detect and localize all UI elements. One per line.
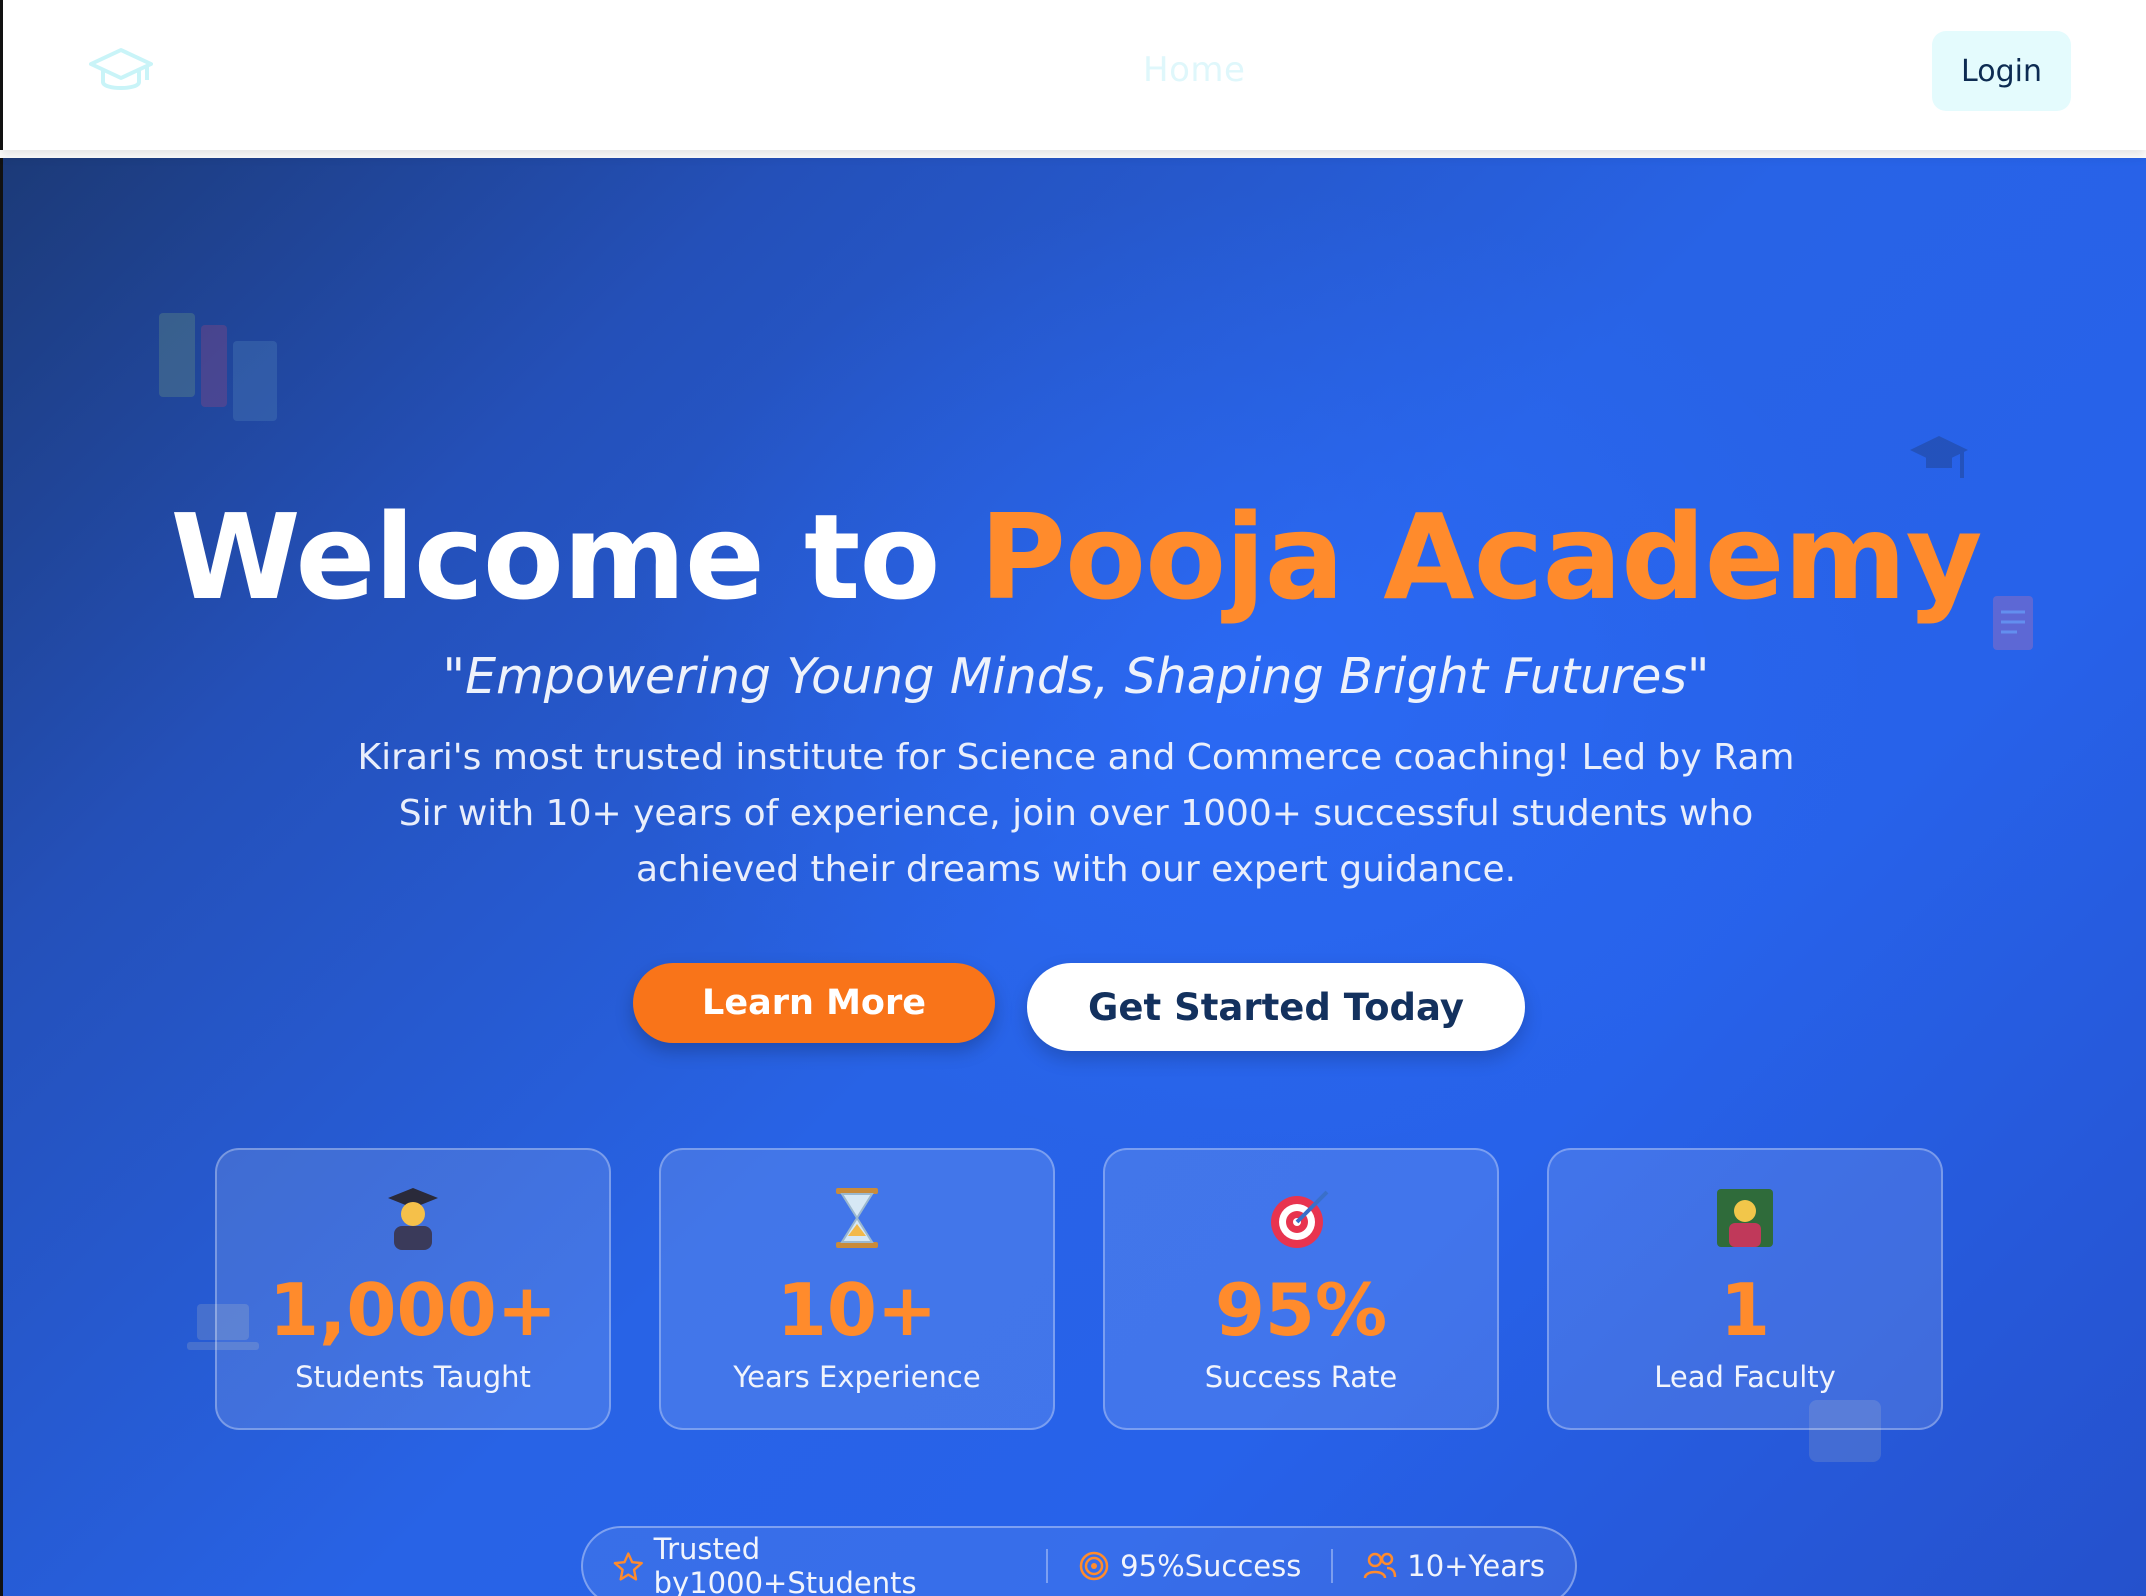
stat-card-faculty: 1 Lead Faculty bbox=[1547, 1148, 1943, 1430]
graduation-cap-icon[interactable] bbox=[89, 46, 153, 98]
stat-value: 10+ bbox=[776, 1268, 938, 1352]
nav-link-home[interactable]: Home bbox=[1143, 50, 1245, 90]
stat-card-success: 95% Success Rate bbox=[1103, 1148, 1499, 1430]
hero-title-accent: Pooja Academy bbox=[979, 488, 1983, 626]
hourglass-icon bbox=[661, 1186, 1053, 1250]
target-icon bbox=[1079, 1551, 1109, 1581]
get-started-button[interactable]: Get Started Today bbox=[1027, 963, 1525, 1051]
page: Home Login Welcome to Pooja Academy "Emp… bbox=[0, 0, 2146, 1596]
stat-label: Success Rate bbox=[1204, 1360, 1398, 1394]
trust-bar: Trusted by1000+Students 95%Success 10+Ye… bbox=[581, 1526, 1577, 1596]
teacher-icon bbox=[1549, 1186, 1941, 1250]
stat-label: Students Taught bbox=[295, 1360, 531, 1394]
trust-item-success: 95%Success bbox=[1048, 1549, 1331, 1583]
stat-card-students: 1,000+ Students Taught bbox=[215, 1148, 611, 1430]
stat-value: 95% bbox=[1214, 1268, 1388, 1352]
stat-card-years: 10+ Years Experience bbox=[659, 1148, 1055, 1430]
stat-label: Lead Faculty bbox=[1654, 1360, 1836, 1394]
users-icon bbox=[1364, 1552, 1397, 1579]
star-icon bbox=[613, 1552, 643, 1581]
target-icon bbox=[1105, 1186, 1497, 1250]
trust-item-students: Trusted by1000+Students bbox=[583, 1532, 1046, 1596]
graduate-icon bbox=[217, 1186, 609, 1250]
trust-item-years: 10+Years bbox=[1333, 1549, 1575, 1583]
grad-hat-icon bbox=[1908, 428, 1970, 494]
hero-title-main: Welcome to bbox=[170, 488, 980, 626]
login-button[interactable]: Login bbox=[1932, 31, 2071, 111]
hero-section: Welcome to Pooja Academy "Empowering You… bbox=[0, 158, 2146, 1596]
stat-value: 1 bbox=[1719, 1268, 1771, 1352]
trust-label: Trusted by1000+Students bbox=[653, 1532, 917, 1596]
learn-more-button[interactable]: Learn More bbox=[633, 963, 995, 1043]
hero-tagline: "Empowering Young Minds, Shaping Bright … bbox=[442, 648, 1710, 705]
navbar: Home Login bbox=[0, 0, 2146, 150]
books-icon bbox=[155, 313, 285, 427]
stat-label: Years Experience bbox=[733, 1360, 981, 1394]
trust-label: 10+Years bbox=[1407, 1549, 1546, 1583]
hero-title: Welcome to Pooja Academy bbox=[3, 488, 2146, 626]
stat-value: 1,000+ bbox=[268, 1268, 558, 1352]
trust-label: 95%Success bbox=[1120, 1549, 1302, 1583]
hero-description: Kirari's most trusted institute for Scie… bbox=[357, 737, 1795, 890]
